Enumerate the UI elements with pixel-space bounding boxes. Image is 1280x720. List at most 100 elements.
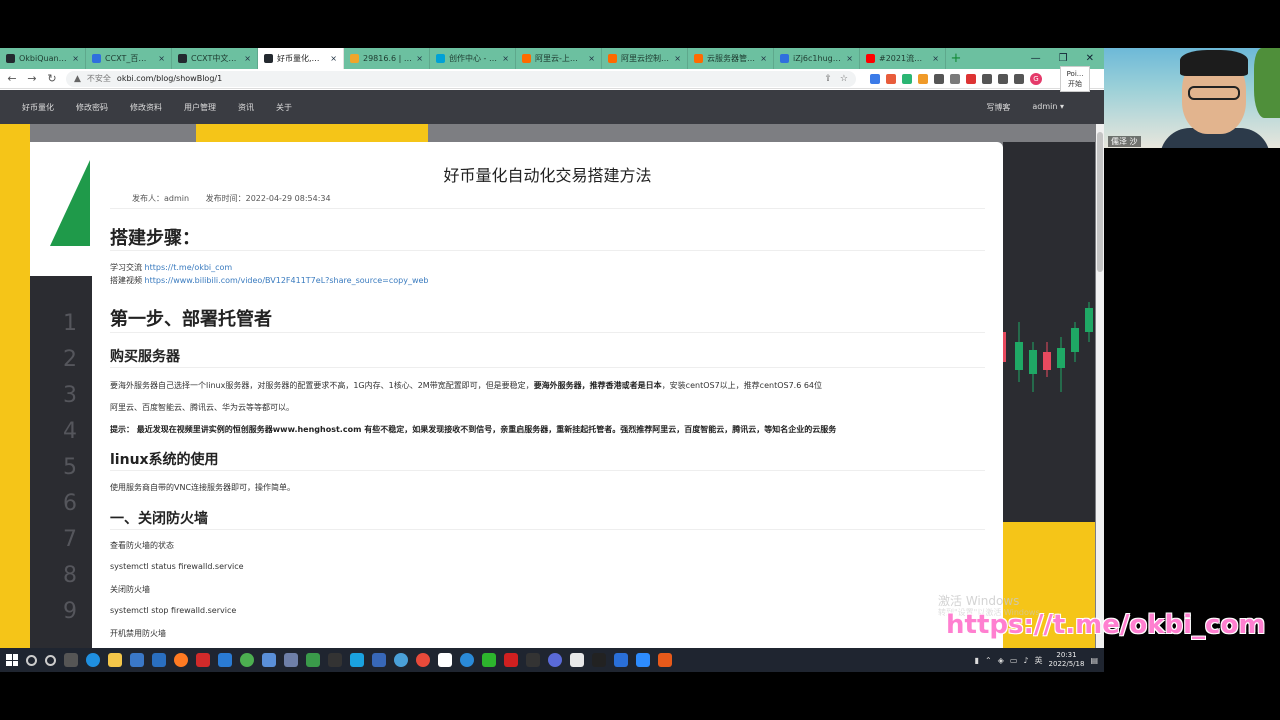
user-menu[interactable]: admin ▾ xyxy=(1032,102,1064,113)
video-label: 搭建视频 xyxy=(110,276,142,285)
divider xyxy=(110,208,985,209)
app-icon[interactable] xyxy=(614,653,628,667)
store-icon[interactable] xyxy=(130,653,144,667)
extension-icon[interactable] xyxy=(934,73,944,84)
browser-tab[interactable]: CCXT中文开发... × xyxy=(172,48,258,69)
notification-icon[interactable]: ▤ xyxy=(1090,656,1098,665)
volume-icon[interactable]: ♪ xyxy=(1023,656,1028,665)
windows-start-icon[interactable] xyxy=(6,654,18,666)
close-icon[interactable]: ✕ xyxy=(1086,53,1094,64)
network-icon[interactable]: ▭ xyxy=(1010,656,1018,665)
tray-chevron-icon[interactable]: ⌃ xyxy=(985,656,992,665)
extension-icon[interactable] xyxy=(902,73,912,84)
bookmark-star-icon[interactable]: ☆ xyxy=(840,74,848,84)
metamask-icon[interactable] xyxy=(918,73,928,84)
tab-close-icon[interactable]: × xyxy=(932,54,939,63)
puzzle-icon[interactable] xyxy=(982,73,992,84)
back-icon[interactable]: ← xyxy=(6,72,18,85)
app-icon[interactable] xyxy=(350,653,364,667)
new-tab-button[interactable]: + xyxy=(946,48,966,69)
wechat-icon[interactable] xyxy=(482,653,496,667)
app-icon[interactable] xyxy=(306,653,320,667)
browser-tab[interactable]: OkbiQuant/c... × xyxy=(0,48,86,69)
firefox-icon[interactable] xyxy=(174,653,188,667)
vscode-icon[interactable] xyxy=(218,653,232,667)
bilibili-link[interactable]: https://www.bilibili.com/video/BV12F411T… xyxy=(145,276,429,285)
browser-tab[interactable]: CCXT_百度搜索× xyxy=(86,48,172,69)
tab-close-icon[interactable]: × xyxy=(244,54,251,63)
app-icon[interactable] xyxy=(328,653,342,667)
forward-icon[interactable]: → xyxy=(26,72,38,85)
nav-item-news[interactable]: 资讯 xyxy=(238,102,254,113)
side-panel-icon[interactable] xyxy=(1014,73,1024,84)
reading-list-icon[interactable] xyxy=(998,73,1008,84)
nav-item-change-password[interactable]: 修改密码 xyxy=(76,102,108,113)
line-numbers: 1 2 3 4 5 6 7 8 9 xyxy=(58,306,82,630)
wps-icon[interactable] xyxy=(504,653,518,667)
search-icon[interactable] xyxy=(26,654,37,666)
telegram-link[interactable]: https://t.me/okbi_com xyxy=(145,263,233,272)
browser-tab[interactable]: 好币量化,博客 × xyxy=(258,48,344,69)
start-button[interactable]: 开始 xyxy=(1061,79,1089,89)
browser-tab[interactable]: #2021流行歌曲... × xyxy=(860,48,946,69)
restore-icon[interactable]: ❐ xyxy=(1059,53,1068,64)
browser-tab[interactable]: 阿里云控制台首... × xyxy=(602,48,688,69)
tab-close-icon[interactable]: × xyxy=(158,54,165,63)
chrome-icon[interactable] xyxy=(394,653,408,667)
recording-popup[interactable]: Poi... 开始 xyxy=(1060,66,1090,92)
tab-close-icon[interactable]: × xyxy=(416,54,423,63)
cortana-icon[interactable] xyxy=(45,654,56,666)
browser-tab[interactable]: 29816.6 | BTC... × xyxy=(344,48,430,69)
nav-item-user-management[interactable]: 用户管理 xyxy=(184,102,216,113)
profile-avatar[interactable]: G xyxy=(1030,72,1042,85)
extension-icon[interactable] xyxy=(870,73,880,84)
tab-close-icon[interactable]: × xyxy=(846,54,853,63)
firewall-step: 开机禁用防火墙 xyxy=(110,629,166,638)
app-icon[interactable] xyxy=(262,653,276,667)
extension-icon[interactable] xyxy=(966,73,976,84)
share-icon[interactable]: ⇪ xyxy=(824,74,832,84)
scrollbar-thumb[interactable] xyxy=(1097,132,1103,272)
app-icon[interactable] xyxy=(526,653,540,667)
tab-close-icon[interactable]: × xyxy=(330,54,337,63)
tray-icon[interactable]: ▮ xyxy=(975,656,979,665)
extension-icon[interactable] xyxy=(886,73,896,84)
app-icon[interactable] xyxy=(460,653,474,667)
browser-tab[interactable]: 阿里云-上云就...× xyxy=(516,48,602,69)
browser-tab[interactable]: iZj6c1hugdai...× xyxy=(774,48,860,69)
discord-icon[interactable] xyxy=(548,653,562,667)
browser-tab[interactable]: 创作中心 - 哔哩... × xyxy=(430,48,516,69)
tradingview-icon[interactable] xyxy=(592,653,606,667)
file-explorer-icon[interactable] xyxy=(108,653,122,667)
app-icon[interactable] xyxy=(438,653,452,667)
tray-icon[interactable]: ◈ xyxy=(998,656,1004,665)
tab-close-icon[interactable]: × xyxy=(72,54,79,63)
chrome-icon[interactable] xyxy=(416,653,430,667)
task-view-icon[interactable] xyxy=(64,653,78,667)
extension-icon[interactable] xyxy=(950,73,960,84)
write-blog-link[interactable]: 写博客 xyxy=(986,102,1010,113)
minimize-icon[interactable]: — xyxy=(1031,53,1041,64)
browser-tab[interactable]: 云服务器管理控... × xyxy=(688,48,774,69)
ime-indicator[interactable]: 英 xyxy=(1035,655,1043,666)
tab-close-icon[interactable]: × xyxy=(760,54,767,63)
nav-item-home[interactable]: 好币量化 xyxy=(22,102,54,113)
tab-close-icon[interactable]: × xyxy=(588,54,595,63)
mail-icon[interactable] xyxy=(152,653,166,667)
tab-close-icon[interactable]: × xyxy=(502,54,509,63)
edge-icon[interactable] xyxy=(86,653,100,667)
nav-item-edit-profile[interactable]: 修改资料 xyxy=(130,102,162,113)
nav-item-about[interactable]: 关于 xyxy=(276,102,292,113)
tab-favicon-icon xyxy=(264,54,273,63)
clock[interactable]: 20:31 2022/5/18 xyxy=(1049,651,1085,669)
zoom-icon[interactable] xyxy=(636,653,650,667)
app-icon[interactable] xyxy=(196,653,210,667)
reload-icon[interactable]: ↻ xyxy=(46,72,58,85)
app-icon[interactable] xyxy=(570,653,584,667)
tab-close-icon[interactable]: × xyxy=(674,54,681,63)
app-icon[interactable] xyxy=(240,653,254,667)
app-icon[interactable] xyxy=(372,653,386,667)
url-field[interactable]: ▲ 不安全 okbi.com/blog/showBlog/1 ⇪ ☆ xyxy=(66,70,856,87)
app-icon[interactable] xyxy=(658,653,672,667)
app-icon[interactable] xyxy=(284,653,298,667)
